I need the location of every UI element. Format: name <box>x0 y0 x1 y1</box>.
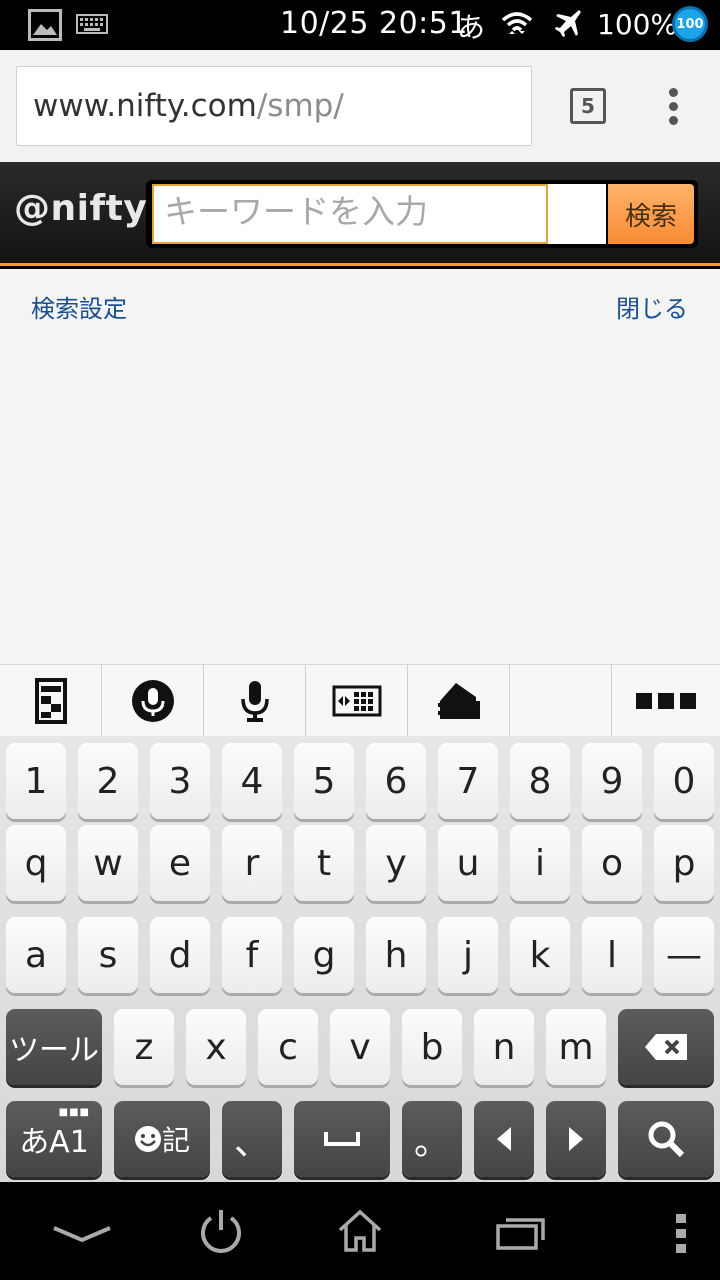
key-4[interactable]: 4 <box>222 743 282 819</box>
recent-apps-icon[interactable] <box>496 1216 546 1254</box>
more-icon[interactable] <box>612 665 720 737</box>
key-long-dash[interactable]: — <box>654 917 714 993</box>
space-icon <box>324 1132 360 1146</box>
key-u[interactable]: u <box>438 825 498 901</box>
browser-menu-icon[interactable] <box>660 86 688 126</box>
key-n[interactable]: n <box>474 1009 534 1085</box>
key-0[interactable]: 0 <box>654 743 714 819</box>
key-c[interactable]: c <box>258 1009 318 1085</box>
key-l[interactable]: l <box>582 917 642 993</box>
clock: 10/25 20:51 <box>280 6 468 41</box>
search-input-container[interactable]: キーワードを入力 <box>152 184 606 244</box>
key-i[interactable]: i <box>510 825 570 901</box>
keyboard-switch-icon[interactable] <box>306 665 408 737</box>
period-key[interactable]: 。 <box>402 1101 462 1177</box>
space-key[interactable] <box>294 1101 390 1177</box>
key-s[interactable]: s <box>78 917 138 993</box>
overflow-menu-icon[interactable] <box>674 1214 688 1258</box>
key-a[interactable]: a <box>6 917 66 993</box>
navigation-bar <box>0 1182 720 1280</box>
mode-dots: ■■■ <box>58 1107 90 1118</box>
image-icon <box>28 9 62 45</box>
backspace-key[interactable] <box>618 1009 714 1085</box>
key-j[interactable]: j <box>438 917 498 993</box>
keyboard-icon <box>76 14 108 38</box>
microphone-icon[interactable] <box>204 665 306 737</box>
key-r[interactable]: r <box>222 825 282 901</box>
browser-toolbar: www.nifty.com/smp/ 5 <box>0 50 720 162</box>
key-3[interactable]: 3 <box>150 743 210 819</box>
tool-key[interactable]: ツール <box>6 1009 102 1085</box>
page-content: 検索設定 閉じる <box>0 269 720 664</box>
key-g[interactable]: g <box>294 917 354 993</box>
site-header: @nifty キーワードを入力 検索 <box>0 162 720 266</box>
key-f[interactable]: f <box>222 917 282 993</box>
key-p[interactable]: p <box>654 825 714 901</box>
battery-level: 100% <box>597 8 678 41</box>
ime-indicator: あ <box>457 11 486 44</box>
airplane-icon <box>552 8 586 46</box>
key-b[interactable]: b <box>402 1009 462 1085</box>
input-mode-label: あA1 <box>19 1125 89 1160</box>
search-input[interactable]: キーワードを入力 <box>152 184 548 244</box>
key-w[interactable]: w <box>78 825 138 901</box>
hide-keyboard-icon[interactable] <box>52 1224 112 1248</box>
key-x[interactable]: x <box>186 1009 246 1085</box>
cursor-right-key[interactable] <box>546 1101 606 1177</box>
close-link[interactable]: 閉じる <box>616 289 688 324</box>
arrow-left-icon <box>497 1127 511 1151</box>
key-d[interactable]: d <box>150 917 210 993</box>
key-1[interactable]: 1 <box>6 743 66 819</box>
key-6[interactable]: 6 <box>366 743 426 819</box>
wifi-icon <box>500 8 534 46</box>
key-m[interactable]: m <box>546 1009 606 1085</box>
key-9[interactable]: 9 <box>582 743 642 819</box>
search-button[interactable]: 検索 <box>608 184 694 244</box>
search-key[interactable] <box>618 1101 714 1177</box>
key-7[interactable]: 7 <box>438 743 498 819</box>
key-v[interactable]: v <box>330 1009 390 1085</box>
power-icon[interactable] <box>198 1206 244 1260</box>
key-h[interactable]: h <box>366 917 426 993</box>
site-logo[interactable]: @nifty <box>14 188 147 229</box>
backspace-icon <box>645 1034 687 1060</box>
input-mode-key[interactable]: あA1 ■■■ <box>6 1101 102 1177</box>
emoji-symbol-key[interactable]: 記 <box>114 1101 210 1177</box>
software-keyboard: 1 2 3 4 5 6 7 8 9 0 q w e r t y u i o p … <box>0 736 720 1182</box>
home-icon[interactable] <box>336 1208 384 1258</box>
window-icon[interactable] <box>0 665 102 737</box>
cursor-left-key[interactable] <box>474 1101 534 1177</box>
folder-icon[interactable] <box>408 665 510 737</box>
key-o[interactable]: o <box>582 825 642 901</box>
key-2[interactable]: 2 <box>78 743 138 819</box>
key-y[interactable]: y <box>366 825 426 901</box>
search-form: キーワードを入力 検索 <box>146 180 698 248</box>
key-t[interactable]: t <box>294 825 354 901</box>
toolbar-blank <box>510 665 612 737</box>
status-bar: 10/25 20:51 あ 100% 100 <box>0 0 720 50</box>
search-icon <box>648 1121 685 1158</box>
url-host: www.nifty.com <box>33 88 257 124</box>
tabs-button[interactable]: 5 <box>570 88 606 124</box>
symbol-label: 記 <box>161 1124 190 1157</box>
key-z[interactable]: z <box>114 1009 174 1085</box>
key-e[interactable]: e <box>150 825 210 901</box>
url-path: /smp/ <box>256 88 344 124</box>
key-k[interactable]: k <box>510 917 570 993</box>
key-q[interactable]: q <box>6 825 66 901</box>
arrow-right-icon <box>569 1127 583 1151</box>
notification-badge: 100 <box>672 6 708 42</box>
smiley-icon <box>134 1126 161 1152</box>
key-8[interactable]: 8 <box>510 743 570 819</box>
url-bar[interactable]: www.nifty.com/smp/ <box>16 66 532 146</box>
key-5[interactable]: 5 <box>294 743 354 819</box>
search-settings-link[interactable]: 検索設定 <box>31 289 127 324</box>
keyboard-toolbar <box>0 664 720 737</box>
comma-key[interactable]: 、 <box>222 1101 282 1177</box>
voice-input-icon[interactable] <box>102 665 204 737</box>
